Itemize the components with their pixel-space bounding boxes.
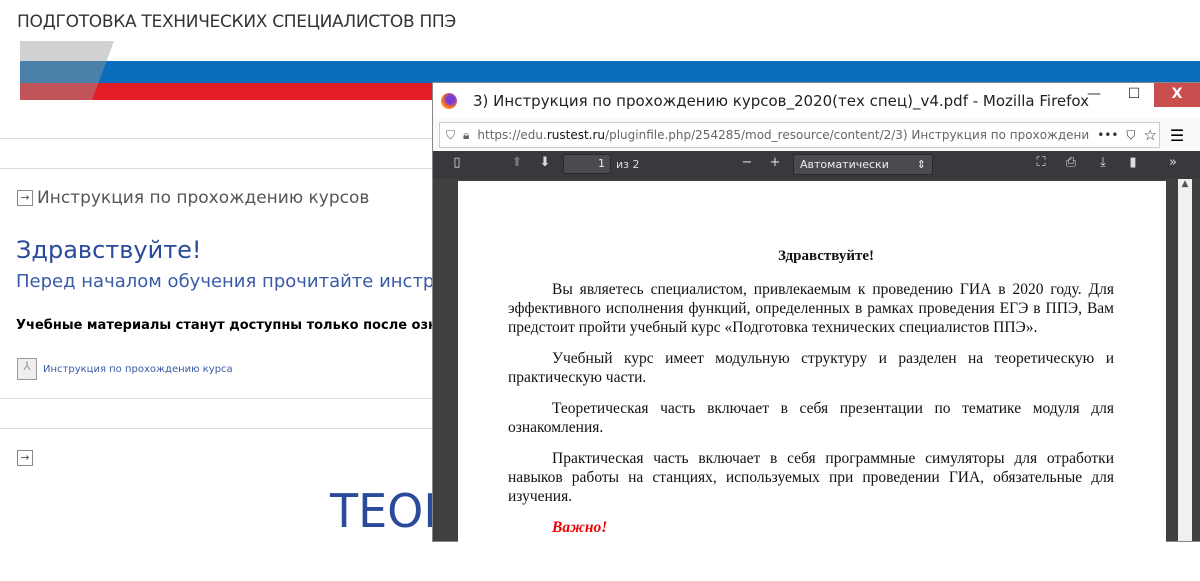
url-path: /pluginfile.php/254285/mod_resource/cont… <box>605 128 1090 142</box>
section-title: Инструкция по прохождению курсов <box>37 188 370 208</box>
close-button[interactable]: X <box>1154 83 1200 107</box>
next-page-icon[interactable]: ⬇ <box>535 155 555 170</box>
greeting-heading: Здравствуйте! <box>16 236 202 264</box>
sidebar-toggle-icon[interactable]: ▯ <box>447 155 467 170</box>
pdf-file-icon: ⅄ <box>17 358 37 380</box>
bookmark-icon[interactable]: ▮ <box>1123 155 1143 170</box>
intro-text: Перед началом обучения прочитайте инстру… <box>16 271 480 292</box>
zoom-in-icon[interactable]: + <box>765 155 785 170</box>
firefox-window: 3) Инструкция по прохождению курсов_2020… <box>432 82 1200 581</box>
url-domain: rustest.ru <box>546 128 606 142</box>
previous-page-icon[interactable]: ⬆ <box>507 155 527 170</box>
page-number-input[interactable]: 1 <box>563 154 611 174</box>
pdf-heading: Здравствуйте! <box>777 248 875 264</box>
site-title[interactable]: ПОДГОТОВКА ТЕХНИЧЕСКИХ СПЕЦИАЛИСТОВ ППЭ <box>17 12 456 32</box>
maximize-button[interactable]: ☐ <box>1114 83 1154 107</box>
zoom-value: Автоматически <box>800 158 889 171</box>
section-instruction[interactable]: → Инструкция по прохождению курсов <box>17 188 369 208</box>
section-arrow-icon: → <box>17 190 33 206</box>
url-prefix: https://edu. <box>477 128 547 142</box>
pdf-paragraph: Вы являетесь специалистом, привлекаемым … <box>508 281 1114 336</box>
minimize-button[interactable]: — <box>1074 83 1114 107</box>
print-icon[interactable]: ⎙ <box>1061 155 1081 170</box>
pdf-viewer[interactable]: Здравствуйте! Вы являетесь специалистом,… <box>433 179 1200 581</box>
instruction-file-link[interactable]: ⅄ Инструкция по прохождению курса <box>17 358 233 380</box>
pdf-paragraph: Учебный курс имеет модульную структуру и… <box>508 350 1114 386</box>
shield-icon[interactable]: ⛉ <box>446 128 455 143</box>
firefox-icon <box>441 93 457 109</box>
file-link-label: Инструкция по прохождению курса <box>43 363 233 375</box>
pdf-paragraph: Теоретическая часть включает в себя през… <box>508 400 1114 436</box>
pdf-page: Здравствуйте! Вы являетесь специалистом,… <box>458 181 1166 581</box>
tools-icon[interactable]: » <box>1163 155 1183 170</box>
important-note: Важно! <box>552 519 608 536</box>
section-arrow-icon[interactable]: → <box>17 450 33 466</box>
scroll-up-icon[interactable]: ▲ <box>1178 179 1192 189</box>
scrollbar[interactable]: ▲ <box>1178 179 1192 541</box>
window-title: 3) Инструкция по прохождению курсов_2020… <box>473 92 1090 110</box>
pdf-paragraph: Практическая часть включает в себя прогр… <box>508 450 1114 505</box>
materials-note: Учебные материалы станут доступны только… <box>16 318 464 333</box>
select-arrows-icon: ⇕ <box>916 158 926 171</box>
menu-icon[interactable]: ☰ <box>1160 126 1194 145</box>
lock-icon: 🔒︎ <box>463 127 470 142</box>
address-bar[interactable]: ⛉ 🔒︎ https://edu.rustest.ru/pluginfile.ph… <box>439 122 1160 148</box>
pocket-icon[interactable]: ⛉ <box>1126 128 1135 143</box>
title-bar[interactable]: 3) Инструкция по прохождению курсов_2020… <box>433 83 1200 119</box>
download-icon[interactable]: ⤓ <box>1093 155 1113 170</box>
more-actions-icon[interactable]: ••• <box>1097 128 1118 142</box>
zoom-select[interactable]: Автоматически ⇕ <box>793 154 933 175</box>
pdf-toolbar: ▯ ⬆ ⬇ 1 из 2 − + Автоматически ⇕ ⛶ ⎙ ⤓ ▮ … <box>433 151 1200 179</box>
bookmark-star-icon[interactable]: ☆ <box>1143 126 1156 144</box>
zoom-out-icon[interactable]: − <box>737 155 757 170</box>
page-count: из 2 <box>616 158 640 171</box>
presentation-mode-icon[interactable]: ⛶ <box>1031 155 1051 170</box>
